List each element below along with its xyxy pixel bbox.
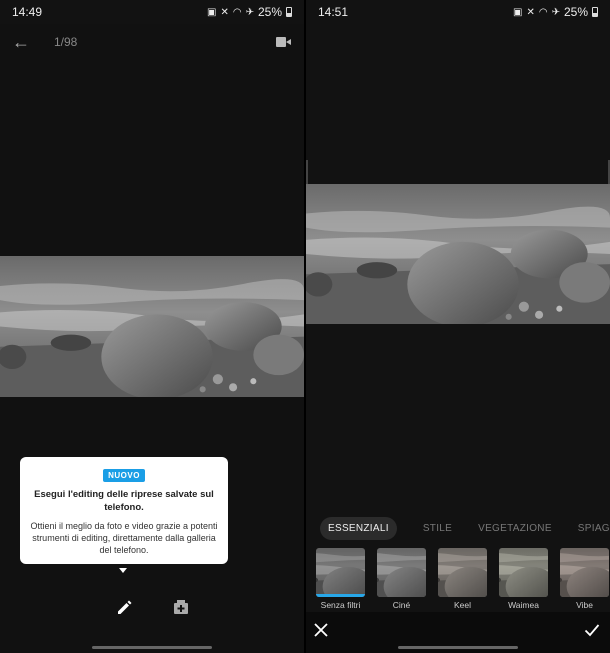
status-time: 14:49 bbox=[12, 5, 43, 19]
tab-stile[interactable]: STILE bbox=[423, 523, 452, 534]
sim-icon: ▣ bbox=[207, 6, 217, 18]
tab-spiaggia[interactable]: SPIAGGI bbox=[578, 523, 610, 534]
home-indicator bbox=[398, 646, 518, 649]
bottom-toolbar bbox=[0, 596, 304, 618]
status-icons: ▣ ✕ ◠ ✈ 25% bbox=[513, 5, 598, 19]
tooltip-pointer bbox=[119, 568, 127, 573]
filter-category-tabs: ESSENZIALI STILE VEGETAZIONE SPIAGGI bbox=[320, 516, 610, 540]
mute-icon: ✕ bbox=[220, 6, 229, 18]
filter-label: Senza filtri bbox=[320, 600, 361, 610]
filter-thumbnail bbox=[316, 548, 365, 597]
new-badge: NUOVO bbox=[103, 469, 145, 482]
photo-preview[interactable] bbox=[0, 256, 304, 397]
status-bar: 14:49 ▣ ✕ ◠ ✈ 25% bbox=[0, 0, 304, 24]
filter-option[interactable]: Waimea bbox=[499, 548, 548, 612]
filter-thumbnail bbox=[377, 548, 426, 597]
new-feature-tooltip: NUOVO Esegui l'editing delle riprese sal… bbox=[20, 457, 228, 564]
wifi-icon: ◠ bbox=[538, 6, 548, 18]
status-time: 14:51 bbox=[318, 5, 349, 19]
camera-import-icon[interactable] bbox=[276, 36, 292, 48]
home-indicator bbox=[92, 646, 212, 649]
airplane-icon: ✈ bbox=[245, 6, 254, 18]
filter-option[interactable]: Vibe bbox=[560, 548, 609, 612]
status-icons: ▣ ✕ ◠ ✈ 25% bbox=[207, 5, 292, 19]
tab-vegetazione[interactable]: VEGETAZIONE bbox=[478, 523, 552, 534]
edit-preview[interactable] bbox=[306, 184, 610, 324]
beach-photo bbox=[0, 256, 304, 397]
status-bar: 14:51 ▣ ✕ ◠ ✈ 25% bbox=[306, 0, 610, 24]
filter-label: Waimea bbox=[508, 600, 539, 610]
gallery-screen: 14:49 ▣ ✕ ◠ ✈ 25% ← 1/98 NUOVO Esegui l'… bbox=[0, 0, 304, 653]
filter-option[interactable]: Ciné bbox=[377, 548, 426, 612]
close-icon[interactable] bbox=[311, 620, 331, 640]
editor-screen: 14:51 ▣ ✕ ◠ ✈ 25% ESSENZIALI STILE VEGET… bbox=[306, 0, 610, 653]
add-media-icon[interactable] bbox=[170, 596, 192, 618]
beach-photo bbox=[306, 184, 610, 324]
battery-percent: 25% bbox=[563, 5, 588, 19]
wifi-icon: ◠ bbox=[232, 6, 242, 18]
filter-thumbnail bbox=[438, 548, 487, 597]
check-icon[interactable] bbox=[582, 620, 602, 640]
mute-icon: ✕ bbox=[526, 6, 535, 18]
media-counter: 1/98 bbox=[54, 35, 78, 49]
filter-option[interactable]: Keel bbox=[438, 548, 487, 612]
filter-thumbnail bbox=[499, 548, 548, 597]
filter-option[interactable]: Senza filtri bbox=[316, 548, 365, 612]
filter-strip: Senza filtri Ciné Keel Waimea Vibe bbox=[316, 548, 610, 612]
airplane-icon: ✈ bbox=[551, 6, 560, 18]
filter-label: Ciné bbox=[392, 600, 411, 610]
filter-label: Keel bbox=[453, 600, 471, 610]
battery-icon bbox=[592, 7, 598, 17]
pencil-icon[interactable] bbox=[114, 596, 136, 618]
tooltip-title: Esegui l'editing delle riprese salvate s… bbox=[34, 489, 214, 513]
tooltip-body: Ottieni il meglio da foto e video grazie… bbox=[30, 521, 218, 555]
sim-icon: ▣ bbox=[513, 6, 523, 18]
back-arrow-icon[interactable]: ← bbox=[12, 32, 40, 53]
gallery-top-bar: ← 1/98 bbox=[0, 28, 304, 56]
battery-icon bbox=[286, 7, 292, 17]
filter-thumbnail bbox=[560, 548, 609, 597]
filter-label: Vibe bbox=[576, 600, 593, 610]
battery-percent: 25% bbox=[257, 5, 282, 19]
tab-essenziali[interactable]: ESSENZIALI bbox=[320, 516, 397, 540]
